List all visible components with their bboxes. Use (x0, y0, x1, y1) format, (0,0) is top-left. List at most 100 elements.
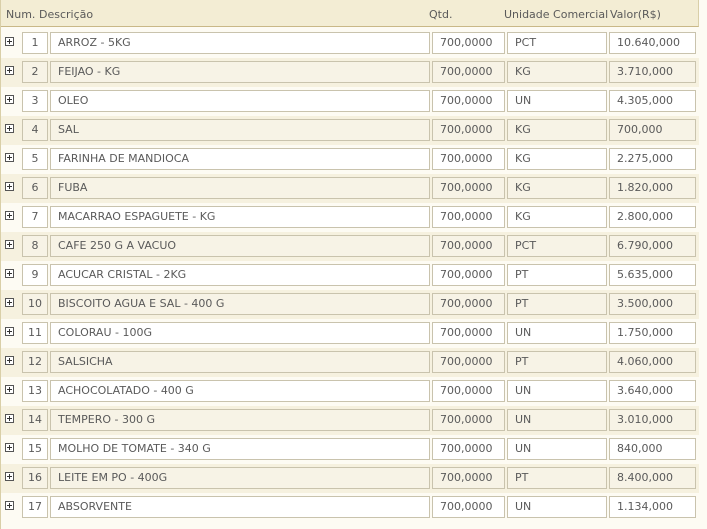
item-value-field[interactable]: 840,000 (609, 438, 696, 460)
expand-plus-icon[interactable] (5, 414, 14, 423)
expand-plus-icon[interactable] (5, 298, 14, 307)
item-value-field[interactable]: 3.010,000 (609, 409, 696, 431)
item-description-field[interactable]: MACARRAO ESPAGUETE - KG (50, 206, 430, 228)
item-quantity-field[interactable]: 700,0000 (432, 496, 505, 518)
expand-plus-icon[interactable] (5, 153, 14, 162)
expand-plus-icon[interactable] (5, 37, 14, 46)
item-quantity-field[interactable]: 700,0000 (432, 438, 505, 460)
expand-plus-icon[interactable] (5, 182, 14, 191)
item-quantity-field[interactable]: 700,0000 (432, 235, 505, 257)
expand-plus-icon[interactable] (5, 327, 14, 336)
item-quantity-field[interactable]: 700,0000 (432, 380, 505, 402)
item-num-field[interactable]: 2 (22, 61, 48, 83)
item-value-field[interactable]: 6.790,000 (609, 235, 696, 257)
item-num-field[interactable]: 13 (22, 380, 48, 402)
item-num-field[interactable]: 5 (22, 148, 48, 170)
item-description-field[interactable]: FEIJAO - KG (50, 61, 430, 83)
item-quantity-field[interactable]: 700,0000 (432, 32, 505, 54)
item-num-field[interactable]: 12 (22, 351, 48, 373)
item-description-field[interactable]: FUBA (50, 177, 430, 199)
item-num-field[interactable]: 1 (22, 32, 48, 54)
item-description-field[interactable]: ABSORVENTE (50, 496, 430, 518)
item-quantity-field[interactable]: 700,0000 (432, 90, 505, 112)
item-num-field[interactable]: 10 (22, 293, 48, 315)
item-value-field[interactable]: 3.710,000 (609, 61, 696, 83)
item-unit-field[interactable]: PT (507, 351, 607, 373)
item-value-field[interactable]: 5.635,000 (609, 264, 696, 286)
item-description-field[interactable]: CAFE 250 G A VACUO (50, 235, 430, 257)
item-description-field[interactable]: SAL (50, 119, 430, 141)
item-unit-field[interactable]: KG (507, 148, 607, 170)
expand-plus-icon[interactable] (5, 66, 14, 75)
item-description-field[interactable]: SALSICHA (50, 351, 430, 373)
item-num-field[interactable]: 4 (22, 119, 48, 141)
item-unit-field[interactable]: KG (507, 119, 607, 141)
item-description-field[interactable]: ACHOCOLATADO - 400 G (50, 380, 430, 402)
item-description-field[interactable]: LEITE EM PO - 400G (50, 467, 430, 489)
item-num-field[interactable]: 6 (22, 177, 48, 199)
item-description-field[interactable]: OLEO (50, 90, 430, 112)
item-value-field[interactable]: 1.820,000 (609, 177, 696, 199)
item-value-field[interactable]: 4.305,000 (609, 90, 696, 112)
item-quantity-field[interactable]: 700,0000 (432, 409, 505, 431)
item-description-field[interactable]: BISCOITO AGUA E SAL - 400 G (50, 293, 430, 315)
item-unit-field[interactable]: PT (507, 293, 607, 315)
expand-plus-icon[interactable] (5, 501, 14, 510)
item-unit-field[interactable]: UN (507, 496, 607, 518)
item-value-field[interactable]: 3.500,000 (609, 293, 696, 315)
item-quantity-field[interactable]: 700,0000 (432, 467, 505, 489)
item-unit-field[interactable]: PT (507, 264, 607, 286)
item-unit-field[interactable]: UN (507, 409, 607, 431)
item-value-field[interactable]: 2.275,000 (609, 148, 696, 170)
item-num-field[interactable]: 15 (22, 438, 48, 460)
expand-plus-icon[interactable] (5, 95, 14, 104)
item-quantity-field[interactable]: 700,0000 (432, 206, 505, 228)
item-description-field[interactable]: MOLHO DE TOMATE - 340 G (50, 438, 430, 460)
item-unit-field[interactable]: KG (507, 61, 607, 83)
item-unit-field[interactable]: UN (507, 90, 607, 112)
item-quantity-field[interactable]: 700,0000 (432, 61, 505, 83)
expand-plus-icon[interactable] (5, 269, 14, 278)
expand-plus-icon[interactable] (5, 211, 14, 220)
expand-plus-icon[interactable] (5, 385, 14, 394)
item-value-field[interactable]: 8.400,000 (609, 467, 696, 489)
item-num-field[interactable]: 16 (22, 467, 48, 489)
item-value-field[interactable]: 10.640,000 (609, 32, 696, 54)
item-num-field[interactable]: 7 (22, 206, 48, 228)
item-unit-field[interactable]: PT (507, 467, 607, 489)
item-value-field[interactable]: 4.060,000 (609, 351, 696, 373)
item-description-field[interactable]: TEMPERO - 300 G (50, 409, 430, 431)
item-value-field[interactable]: 3.640,000 (609, 380, 696, 402)
expand-plus-icon[interactable] (5, 124, 14, 133)
item-unit-field[interactable]: UN (507, 322, 607, 344)
item-value-field[interactable]: 700,000 (609, 119, 696, 141)
item-quantity-field[interactable]: 700,0000 (432, 177, 505, 199)
expand-plus-icon[interactable] (5, 240, 14, 249)
item-num-field[interactable]: 9 (22, 264, 48, 286)
expand-plus-icon[interactable] (5, 472, 14, 481)
item-unit-field[interactable]: KG (507, 177, 607, 199)
item-description-field[interactable]: FARINHA DE MANDIOCA (50, 148, 430, 170)
item-quantity-field[interactable]: 700,0000 (432, 148, 505, 170)
item-quantity-field[interactable]: 700,0000 (432, 293, 505, 315)
item-num-field[interactable]: 3 (22, 90, 48, 112)
item-unit-field[interactable]: UN (507, 438, 607, 460)
item-unit-field[interactable]: PCT (507, 235, 607, 257)
item-quantity-field[interactable]: 700,0000 (432, 119, 505, 141)
item-description-field[interactable]: COLORAU - 100G (50, 322, 430, 344)
item-unit-field[interactable]: UN (507, 380, 607, 402)
item-num-field[interactable]: 17 (22, 496, 48, 518)
item-quantity-field[interactable]: 700,0000 (432, 351, 505, 373)
item-num-field[interactable]: 8 (22, 235, 48, 257)
expand-plus-icon[interactable] (5, 356, 14, 365)
item-num-field[interactable]: 14 (22, 409, 48, 431)
expand-plus-icon[interactable] (5, 443, 14, 452)
item-description-field[interactable]: ARROZ - 5KG (50, 32, 430, 54)
item-value-field[interactable]: 1.750,000 (609, 322, 696, 344)
item-quantity-field[interactable]: 700,0000 (432, 264, 505, 286)
item-unit-field[interactable]: KG (507, 206, 607, 228)
item-quantity-field[interactable]: 700,0000 (432, 322, 505, 344)
item-description-field[interactable]: ACUCAR CRISTAL - 2KG (50, 264, 430, 286)
item-value-field[interactable]: 2.800,000 (609, 206, 696, 228)
item-value-field[interactable]: 1.134,000 (609, 496, 696, 518)
